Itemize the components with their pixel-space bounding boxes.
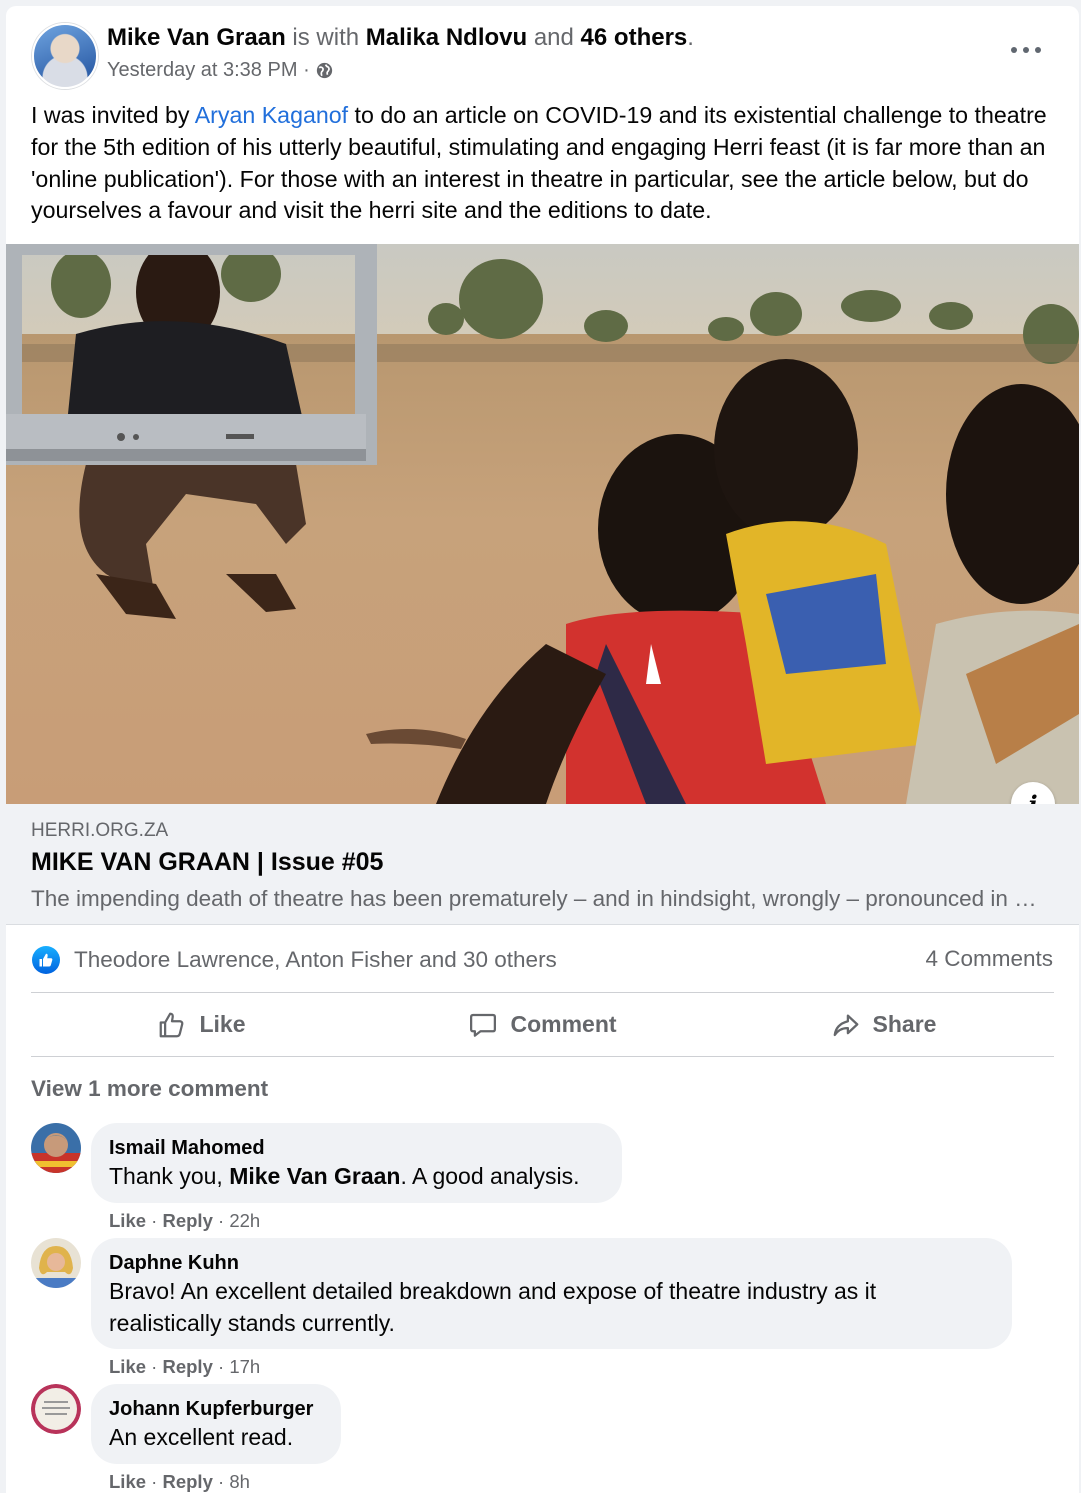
reactions-summary[interactable]: Theodore Lawrence, Anton Fisher and 30 o… [32, 946, 557, 974]
meta-dot: · [218, 1210, 225, 1231]
comment-button[interactable]: Comment [372, 993, 713, 1056]
and-text: and [533, 24, 574, 51]
post-timestamp[interactable]: Yesterday at 3:38 PM [107, 59, 298, 82]
children-tv-photo [6, 244, 1079, 804]
comment-text: Thank you, Mike Van Graan. A good analys… [109, 1161, 603, 1193]
divider [31, 1056, 1054, 1057]
comment-author[interactable]: Daphne Kuhn [109, 1250, 993, 1276]
like-label: Like [199, 1011, 246, 1037]
thumbs-up-icon [160, 1012, 184, 1037]
action-bar: Like Comment Share [31, 993, 1054, 1056]
comment-icon [470, 1013, 497, 1037]
comment-text-end: . A good analysis. [400, 1163, 580, 1189]
comment-like-button[interactable]: Like [109, 1356, 146, 1377]
avatar[interactable] [31, 1123, 81, 1173]
header-period: . [687, 24, 694, 51]
comment-like-button[interactable]: Like [109, 1471, 146, 1492]
meta-dot: · [151, 1356, 158, 1377]
author-name[interactable]: Mike Van Graan [107, 24, 286, 51]
share-label: Share [872, 1011, 937, 1037]
tagged-others[interactable]: 46 others [581, 24, 688, 51]
post-meta: Yesterday at 3:38 PM · [107, 59, 333, 82]
link-preview[interactable]: HERRI.ORG.ZA MIKE VAN GRAAN | Issue #05 … [6, 804, 1079, 925]
comment-label: Comment [510, 1011, 617, 1037]
comment-reply-button[interactable]: Reply [162, 1356, 212, 1377]
link-title[interactable]: MIKE VAN GRAAN | Issue #05 [31, 848, 383, 877]
reactions-names: Theodore Lawrence, Anton Fisher and 30 o… [74, 947, 557, 972]
share-button[interactable]: Share [713, 993, 1054, 1056]
comment-bubble: Johann Kupferburger An excellent read. [91, 1384, 341, 1464]
with-text: is with [292, 24, 360, 51]
post-text-start: I was invited by [31, 102, 195, 128]
comment-text: Bravo! An excellent detailed breakdown a… [109, 1278, 877, 1336]
share-icon [833, 1014, 858, 1036]
avatar[interactable] [31, 1238, 81, 1288]
comment-reply-button[interactable]: Reply [162, 1471, 212, 1492]
avatar[interactable] [31, 1384, 81, 1434]
meta-dot: · [151, 1210, 158, 1231]
comment-mention[interactable]: Mike Van Graan [229, 1163, 400, 1189]
comment-text-start: Thank you, [109, 1163, 230, 1189]
post-header: Mike Van Graan is with Malika Ndlovu and… [107, 24, 694, 52]
view-more-comments[interactable]: View 1 more comment [31, 1076, 268, 1102]
meta-dot: · [151, 1471, 158, 1492]
comment-time[interactable]: 22h [229, 1210, 260, 1231]
link-domain: HERRI.ORG.ZA [31, 820, 169, 841]
comment-actions: Like · Reply · 22h [109, 1210, 260, 1232]
comment-actions: Like · Reply · 17h [109, 1356, 260, 1378]
like-reaction-icon [32, 946, 60, 974]
link-description: The impending death of theatre has been … [31, 886, 1041, 911]
comment-author[interactable]: Johann Kupferburger [109, 1396, 322, 1422]
comment-time[interactable]: 8h [229, 1471, 250, 1492]
post-text: I was invited by Aryan Kaganof to do an … [31, 100, 1061, 227]
meta-separator: · [303, 59, 310, 81]
meta-dot: · [218, 1471, 225, 1492]
post-card: Mike Van Graan is with Malika Ndlovu and… [6, 6, 1079, 1493]
comment-bubble: Daphne Kuhn Bravo! An excellent detailed… [91, 1238, 1012, 1349]
comments-count[interactable]: 4 Comments [925, 946, 1053, 972]
author-avatar[interactable] [32, 23, 98, 89]
comment-author[interactable]: Ismail Mahomed [109, 1135, 603, 1161]
comment-like-button[interactable]: Like [109, 1210, 146, 1231]
like-button[interactable]: Like [31, 993, 372, 1056]
comment-actions: Like · Reply · 8h [109, 1471, 250, 1493]
comment-bubble: Ismail Mahomed Thank you, Mike Van Graan… [91, 1123, 622, 1203]
more-options-icon[interactable] [1011, 40, 1041, 60]
comment-reply-button[interactable]: Reply [162, 1210, 212, 1231]
tagged-name[interactable]: Malika Ndlovu [366, 24, 527, 51]
mention-link[interactable]: Aryan Kaganof [195, 102, 348, 128]
comment-text: An excellent read. [109, 1424, 294, 1450]
meta-dot: · [218, 1356, 225, 1377]
globe-icon[interactable] [316, 62, 333, 79]
comment-time[interactable]: 17h [229, 1356, 260, 1377]
post-image[interactable] [6, 244, 1079, 804]
